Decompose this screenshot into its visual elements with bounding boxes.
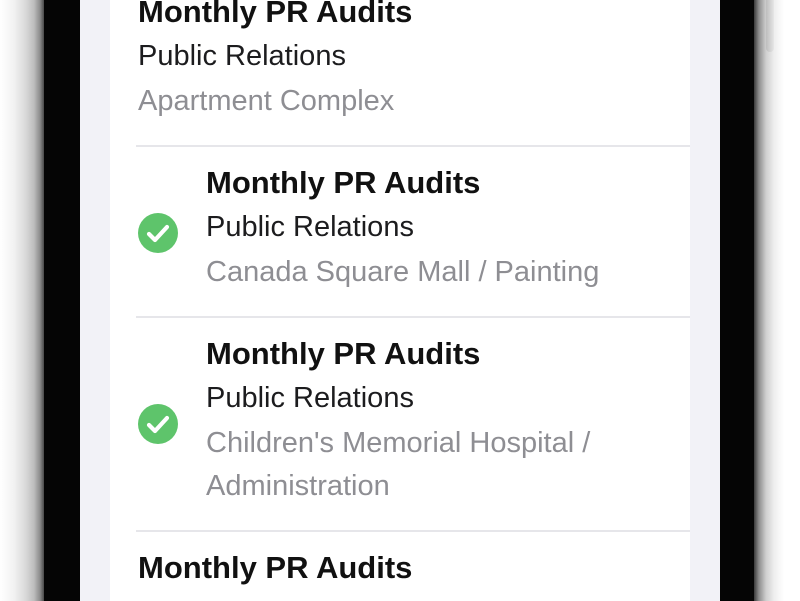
task-location: Children's Memorial Hospital / Administr… bbox=[206, 427, 591, 502]
phone-bezel-left bbox=[44, 0, 80, 601]
task-department: Public Relations bbox=[206, 382, 414, 414]
row-separator bbox=[136, 316, 690, 318]
task-list-item[interactable]: Monthly PR Audits bbox=[138, 550, 690, 601]
task-department: Public Relations bbox=[206, 211, 414, 243]
phone-frame-left bbox=[0, 0, 44, 601]
phone-frame-right bbox=[754, 0, 800, 601]
task-location: Apartment Complex bbox=[138, 85, 395, 117]
list-background-left bbox=[80, 0, 110, 601]
task-list-item[interactable]: Monthly PR Audits Public Relations Apart… bbox=[138, 0, 690, 144]
row-separator bbox=[136, 145, 690, 147]
list-background-right bbox=[690, 0, 720, 601]
task-list-item[interactable]: Monthly PR Audits Public Relations Child… bbox=[138, 336, 690, 526]
phone-screen: Monthly PR Audits Public Relations Apart… bbox=[0, 0, 800, 601]
row-separator bbox=[136, 530, 690, 532]
task-title: Monthly PR Audits bbox=[138, 0, 413, 29]
task-department: Public Relations bbox=[138, 40, 346, 72]
checkmark-circle-icon bbox=[138, 404, 178, 444]
phone-bezel-right bbox=[720, 0, 754, 601]
phone-side-button bbox=[766, 0, 774, 52]
task-location: Canada Square Mall / Painting bbox=[206, 256, 600, 288]
task-list: Monthly PR Audits Public Relations Apart… bbox=[110, 0, 690, 601]
task-title: Monthly PR Audits bbox=[138, 550, 413, 585]
task-title: Monthly PR Audits bbox=[206, 165, 481, 200]
task-list-item[interactable]: Monthly PR Audits Public Relations Canad… bbox=[138, 165, 690, 315]
task-title: Monthly PR Audits bbox=[206, 336, 481, 371]
checkmark-circle-icon bbox=[138, 213, 178, 253]
